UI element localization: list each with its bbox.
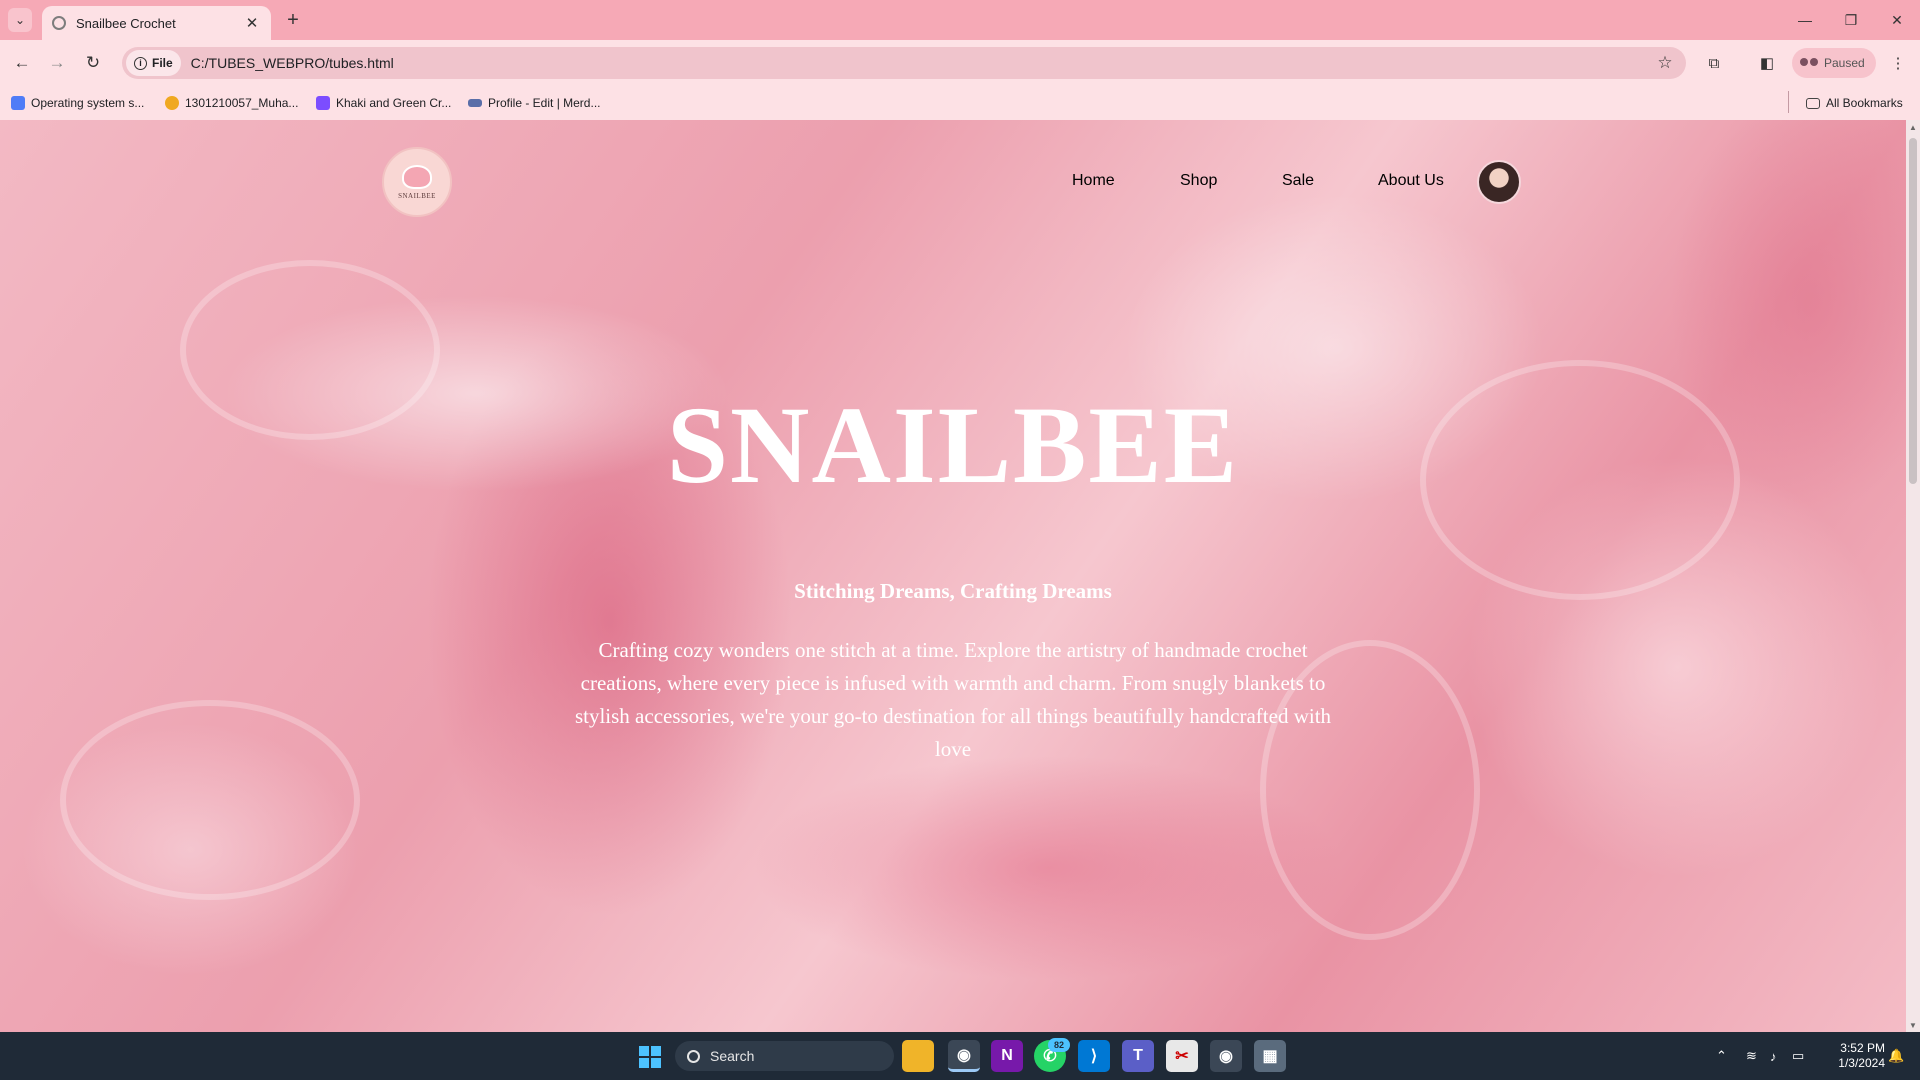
snail-logo-icon bbox=[402, 164, 432, 189]
bookmark-item[interactable]: 1301210057_Muha... bbox=[165, 93, 298, 113]
side-panel-icon[interactable]: ◧ bbox=[1756, 52, 1778, 74]
scroll-down-arrow-icon[interactable]: ▼ bbox=[1906, 1018, 1920, 1032]
browser-tab[interactable]: Snailbee Crochet ✕ bbox=[42, 6, 271, 40]
nav-home[interactable]: Home bbox=[1072, 172, 1115, 190]
teams-icon[interactable]: T bbox=[1122, 1040, 1154, 1072]
profile-status-label: Paused bbox=[1824, 56, 1865, 70]
profile-avatar-icon bbox=[1800, 58, 1818, 68]
user-avatar[interactable] bbox=[1477, 160, 1521, 204]
nav-shop[interactable]: Shop bbox=[1180, 172, 1217, 190]
nav-about-us[interactable]: About Us bbox=[1378, 172, 1444, 190]
all-bookmarks-button[interactable]: All Bookmarks bbox=[1806, 93, 1903, 113]
all-bookmarks-label: All Bookmarks bbox=[1826, 96, 1903, 110]
bookmark-item[interactable]: Operating system s... bbox=[11, 93, 144, 113]
chrome-icon[interactable]: ◉ bbox=[948, 1040, 980, 1072]
scrollbar-thumb[interactable] bbox=[1909, 138, 1917, 484]
taskbar-clock[interactable]: 3:52 PM 1/3/2024 bbox=[1815, 1041, 1885, 1071]
chrome-profile-icon[interactable]: ◉ bbox=[1210, 1040, 1242, 1072]
wifi-icon[interactable]: ≋ bbox=[1746, 1032, 1757, 1080]
reload-icon[interactable]: ↻ bbox=[79, 49, 107, 77]
onenote-icon[interactable]: N bbox=[991, 1040, 1023, 1072]
bookmarks-bar: Operating system s... 1301210057_Muha...… bbox=[0, 86, 1920, 120]
minimize-icon[interactable]: — bbox=[1782, 0, 1828, 40]
whatsapp-badge: 82 bbox=[1048, 1038, 1070, 1052]
info-icon: i bbox=[134, 56, 147, 70]
bookmark-favicon-icon bbox=[468, 99, 482, 107]
taskbar-search[interactable]: Search bbox=[675, 1041, 894, 1071]
globe-icon bbox=[52, 16, 66, 30]
battery-icon[interactable]: ▭ bbox=[1792, 1032, 1804, 1080]
close-window-icon[interactable]: ✕ bbox=[1874, 0, 1920, 40]
bookmark-label: Profile - Edit | Merd... bbox=[488, 96, 601, 110]
close-tab-icon[interactable]: ✕ bbox=[243, 14, 261, 32]
forward-arrow-icon[interactable]: → bbox=[43, 49, 71, 77]
hero-description: Crafting cozy wonders one stitch at a ti… bbox=[574, 638, 1332, 761]
hero-title: SNAILBEE bbox=[666, 384, 1240, 506]
bookmarks-divider bbox=[1788, 91, 1789, 113]
windows-taskbar: Search ◉ N ✆ ⟩ T ✂ ◉ ▦ bbox=[0, 1032, 1920, 1080]
menu-kebab-icon[interactable]: ⋮ bbox=[1887, 52, 1909, 74]
new-tab-plus-icon[interactable]: + bbox=[281, 8, 305, 32]
bookmark-favicon-icon bbox=[316, 96, 330, 110]
logo-brand-text: SNAILBEE bbox=[398, 191, 436, 200]
snipping-tool-icon[interactable]: ✂ bbox=[1166, 1040, 1198, 1072]
bookmark-item[interactable]: Profile - Edit | Merd... bbox=[468, 93, 600, 113]
nav-sale[interactable]: Sale bbox=[1282, 172, 1314, 190]
bookmark-label: Khaki and Green Cr... bbox=[336, 96, 452, 110]
page-viewport: SNAILBEE Home Shop Sale About Us SNAILBE… bbox=[0, 120, 1906, 1032]
clock-time: 3:52 PM bbox=[1840, 1041, 1885, 1055]
folder-icon bbox=[1806, 97, 1820, 109]
search-icon bbox=[687, 1049, 700, 1063]
restore-icon[interactable]: ❐ bbox=[1828, 0, 1874, 40]
profile-paused-button[interactable]: Paused bbox=[1792, 48, 1876, 78]
notification-bell-icon[interactable]: 🔔 bbox=[1888, 1032, 1904, 1080]
url-text[interactable]: C:/TUBES_WEBPRO/tubes.html bbox=[191, 55, 1650, 71]
tray-chevron-up-icon[interactable]: ⌃ bbox=[1716, 1032, 1727, 1080]
windows-start-icon[interactable] bbox=[639, 1046, 661, 1068]
bookmark-favicon-icon bbox=[11, 96, 25, 110]
back-arrow-icon[interactable]: ← bbox=[8, 49, 36, 77]
vscode-icon[interactable]: ⟩ bbox=[1078, 1040, 1110, 1072]
address-bar[interactable]: i File C:/TUBES_WEBPRO/tubes.html ☆ bbox=[122, 47, 1686, 79]
bookmark-item[interactable]: Khaki and Green Cr... bbox=[316, 93, 451, 113]
tab-title: Snailbee Crochet bbox=[76, 15, 176, 31]
marble-swirl bbox=[60, 700, 360, 900]
bookmark-label: 1301210057_Muha... bbox=[185, 96, 299, 110]
site-info-label: File bbox=[152, 56, 173, 70]
extensions-puzzle-icon[interactable]: ⧉ bbox=[1703, 52, 1725, 74]
file-explorer-icon[interactable] bbox=[902, 1040, 934, 1072]
browser-tab-bar: ⌄ Snailbee Crochet ✕ + — ❐ ✕ bbox=[0, 0, 1920, 40]
tab-search-chevron-icon[interactable]: ⌄ bbox=[8, 8, 32, 32]
calculator-icon[interactable]: ▦ bbox=[1254, 1040, 1286, 1072]
volume-icon[interactable]: ♪ bbox=[1770, 1032, 1777, 1080]
site-info-chip[interactable]: i File bbox=[126, 50, 181, 76]
bookmark-star-icon[interactable]: ☆ bbox=[1650, 53, 1680, 73]
clock-date: 1/3/2024 bbox=[1838, 1056, 1885, 1070]
scroll-up-arrow-icon[interactable]: ▲ bbox=[1906, 120, 1920, 134]
page-scrollbar[interactable]: ▲ ▼ bbox=[1906, 120, 1920, 1032]
hero-subtitle: Stitching Dreams, Crafting Dreams bbox=[794, 579, 1112, 603]
taskbar-search-label: Search bbox=[710, 1048, 755, 1064]
browser-toolbar: ← → ↻ i File C:/TUBES_WEBPRO/tubes.html … bbox=[0, 40, 1920, 86]
site-logo[interactable]: SNAILBEE bbox=[382, 147, 452, 217]
bookmark-label: Operating system s... bbox=[31, 96, 145, 110]
bookmark-favicon-icon bbox=[165, 96, 179, 110]
